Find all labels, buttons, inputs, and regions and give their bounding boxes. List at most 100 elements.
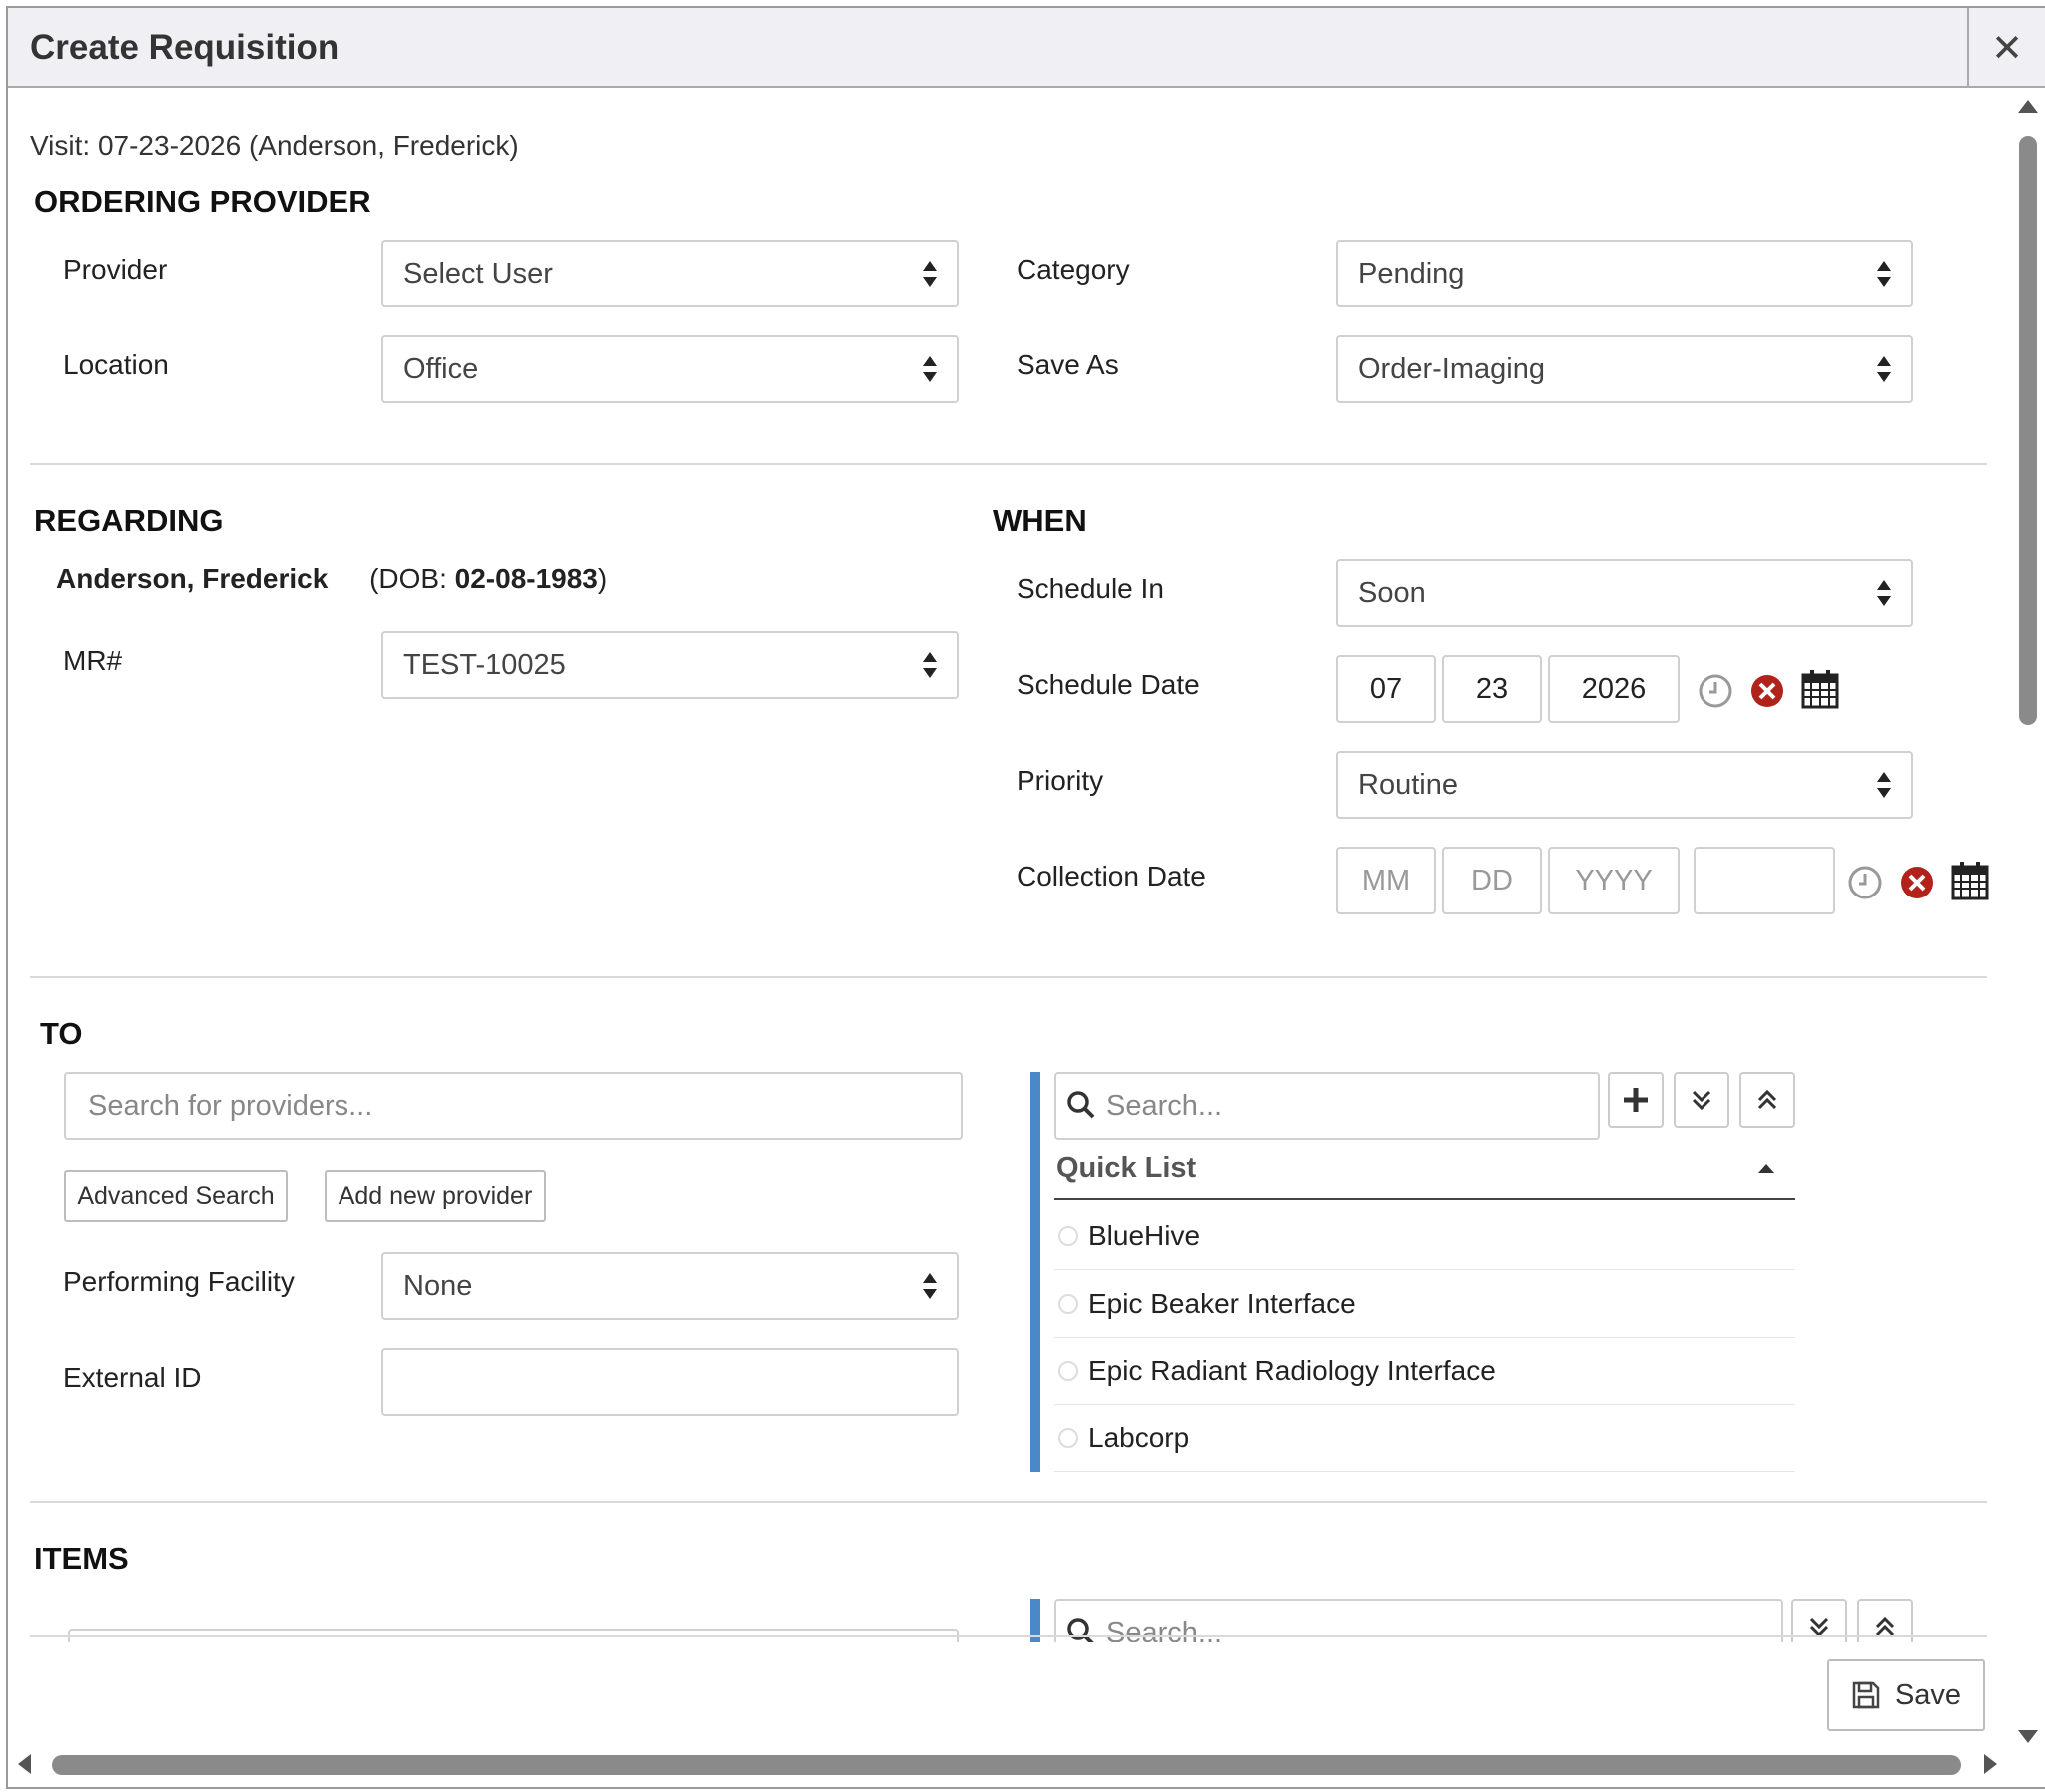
add-button[interactable] (1608, 1072, 1664, 1128)
radio-icon (1058, 1360, 1078, 1381)
quick-list-item-label: Epic Radiant Radiology Interface (1088, 1354, 1496, 1386)
clock-icon[interactable] (1698, 673, 1733, 709)
add-new-provider-button[interactable]: Add new provider (325, 1170, 546, 1222)
performing-facility-select[interactable]: None (381, 1252, 959, 1320)
when-heading: WHEN (993, 503, 1087, 538)
location-label: Location (63, 349, 169, 380)
select-arrows-icon (1877, 772, 1891, 798)
priority-label: Priority (1017, 765, 1104, 796)
items-heading: ITEMS (34, 1541, 129, 1576)
quick-list-title: Quick List (1056, 1152, 1197, 1184)
collection-time-input[interactable] (1694, 847, 1835, 914)
save-button-label: Save (1894, 1678, 1962, 1711)
dob-prefix: (DOB: (369, 563, 455, 594)
clear-date-icon[interactable] (1899, 865, 1935, 900)
visit-info: Visit: 07-23-2026 (Anderson, Frederick) (30, 130, 519, 161)
quick-list-item[interactable]: Epic Radiant Radiology Interface (1054, 1337, 1795, 1405)
patient-name: Anderson, Frederick (56, 563, 329, 594)
dialog-titlebar: Create Requisition ✕ (8, 8, 2045, 88)
vertical-scrollbar[interactable] (2011, 90, 2045, 1743)
advanced-search-button[interactable]: Advanced Search (64, 1170, 288, 1222)
select-arrows-icon (923, 356, 937, 382)
plus-icon (1624, 1088, 1648, 1112)
quick-list-header[interactable]: Quick List (1054, 1152, 1795, 1200)
priority-select[interactable]: Routine (1336, 751, 1913, 819)
quick-list-item[interactable]: Epic Beaker Interface (1054, 1270, 1795, 1338)
expand-all-button[interactable] (1674, 1072, 1729, 1128)
horizontal-scrollbar[interactable] (8, 1743, 2015, 1787)
search-icon (1067, 1618, 1094, 1642)
mr-select-value: TEST-10025 (403, 648, 566, 681)
select-arrows-icon (1877, 261, 1891, 287)
scroll-up-icon[interactable] (2017, 98, 2039, 114)
radio-icon (1058, 1293, 1078, 1314)
select-arrows-icon (923, 261, 937, 287)
double-chevron-down-icon (1692, 1090, 1711, 1111)
performing-facility-select-value: None (403, 1269, 473, 1302)
footer-divider (30, 1635, 1987, 1637)
performing-facility-label: Performing Facility (63, 1266, 295, 1297)
location-select-value: Office (403, 352, 479, 385)
schedule-day-input[interactable]: 23 (1442, 655, 1542, 723)
collapse-all-button[interactable] (1739, 1072, 1795, 1128)
quick-list-item[interactable]: Labcorp (1054, 1404, 1795, 1472)
select-arrows-icon (923, 652, 937, 678)
dialog-title: Create Requisition (30, 28, 340, 67)
save-as-select[interactable]: Order-Imaging (1336, 335, 1913, 403)
calendar-icon[interactable] (1951, 861, 1989, 900)
collection-year-input[interactable]: YYYY (1548, 847, 1680, 914)
schedule-year-input[interactable]: 2026 (1548, 655, 1680, 723)
patient-info: Anderson, Frederick (DOB: 02-08-1983) (56, 563, 607, 595)
quick-list-accent-bar (1030, 1072, 1040, 1472)
location-select[interactable]: Office (381, 335, 959, 403)
quick-list-item[interactable]: BlueHive (1054, 1202, 1795, 1270)
items-search-placeholder: Search... (1106, 1616, 1223, 1643)
quick-list-search-input[interactable]: Search... (1054, 1072, 1600, 1140)
provider-select[interactable]: Select User (381, 240, 959, 307)
priority-select-value: Routine (1358, 768, 1458, 801)
vertical-scroll-thumb[interactable] (2019, 136, 2037, 725)
section-divider (30, 1501, 1987, 1503)
double-chevron-up-icon (1757, 1089, 1777, 1110)
provider-search-input[interactable]: Search for providers... (64, 1072, 963, 1140)
provider-select-value: Select User (403, 257, 553, 290)
regarding-heading: REGARDING (34, 503, 224, 538)
collection-day-input[interactable]: DD (1442, 847, 1542, 914)
patient-dob: 02-08-1983 (454, 563, 598, 594)
collection-month-input[interactable]: MM (1336, 847, 1436, 914)
save-as-select-value: Order-Imaging (1358, 352, 1545, 385)
schedule-date-label: Schedule Date (1017, 669, 1200, 700)
scroll-right-icon[interactable] (1983, 1753, 1999, 1775)
floppy-disk-icon (1852, 1681, 1880, 1709)
category-select[interactable]: Pending (1336, 240, 1913, 307)
calendar-icon[interactable] (1801, 669, 1839, 709)
clear-date-icon[interactable] (1749, 673, 1785, 709)
clock-icon[interactable] (1847, 865, 1883, 900)
horizontal-scroll-thumb[interactable] (52, 1755, 1961, 1775)
external-id-input[interactable] (381, 1348, 959, 1416)
category-label: Category (1017, 254, 1130, 285)
caret-up-icon (1758, 1164, 1774, 1173)
quick-list-item-label: Labcorp (1088, 1421, 1190, 1453)
schedule-in-select[interactable]: Soon (1336, 559, 1913, 627)
schedule-month-input[interactable]: 07 (1336, 655, 1436, 723)
radio-icon (1058, 1427, 1078, 1448)
collection-date-label: Collection Date (1017, 861, 1206, 892)
ordering-provider-heading: ORDERING PROVIDER (34, 184, 371, 219)
quick-list-item-label: Epic Beaker Interface (1088, 1287, 1356, 1319)
schedule-in-label: Schedule In (1017, 573, 1164, 604)
mr-select[interactable]: TEST-10025 (381, 631, 959, 699)
save-as-label: Save As (1017, 349, 1119, 380)
schedule-in-select-value: Soon (1358, 576, 1426, 609)
to-heading: TO (40, 1016, 83, 1051)
dob-suffix: ) (597, 563, 608, 594)
search-icon (1067, 1091, 1095, 1119)
close-icon: ✕ (1991, 27, 2023, 70)
radio-icon (1058, 1225, 1078, 1246)
select-arrows-icon (1877, 580, 1891, 606)
scroll-left-icon[interactable] (16, 1753, 32, 1775)
close-button[interactable]: ✕ (1967, 8, 2045, 88)
scroll-down-icon[interactable] (2017, 1729, 2039, 1745)
quick-list-search-placeholder: Search... (1106, 1089, 1223, 1122)
save-button[interactable]: Save (1827, 1659, 1985, 1731)
